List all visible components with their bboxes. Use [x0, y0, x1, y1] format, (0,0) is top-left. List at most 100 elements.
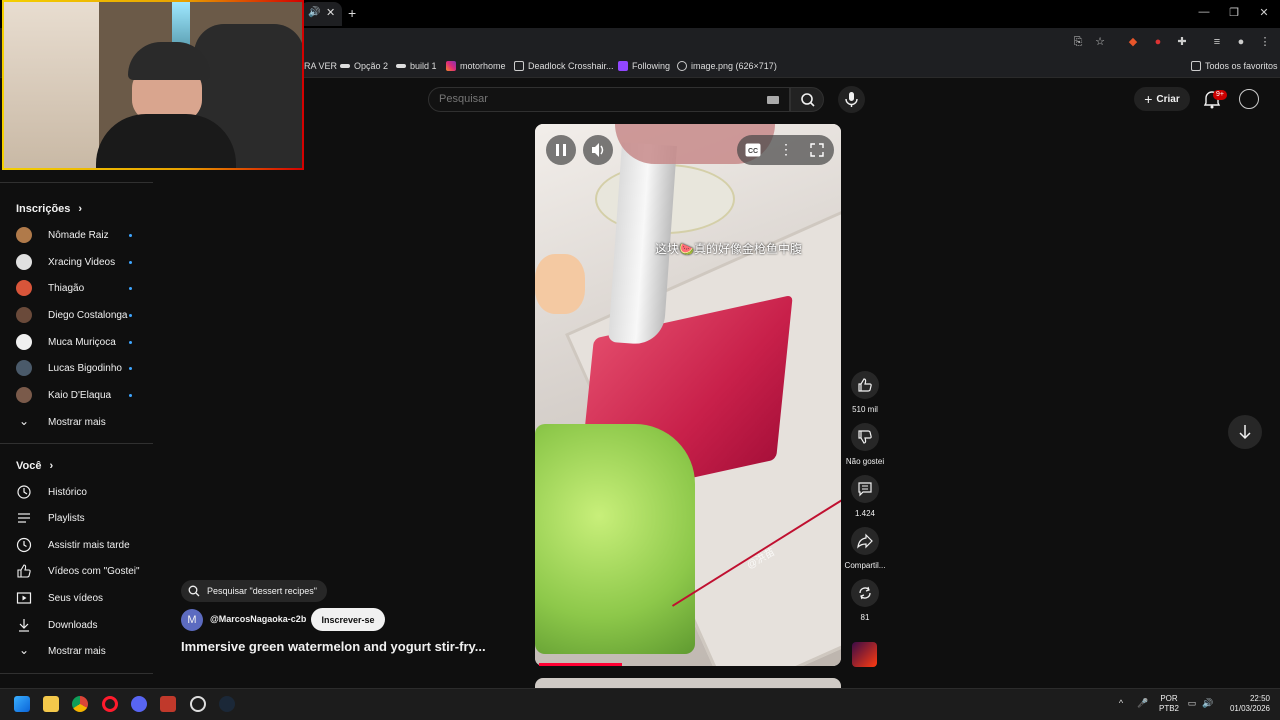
browser-menu-icon[interactable]: ⋮ — [1258, 35, 1272, 49]
subscriptions-heading-label: Inscrições — [16, 203, 71, 215]
new-tab-button[interactable]: + — [348, 5, 356, 21]
extensions-puzzle-icon[interactable]: ✚ — [1175, 35, 1189, 49]
tray-overflow-icon[interactable]: ^ — [1115, 698, 1127, 708]
window-close-icon[interactable]: ✕ — [1256, 6, 1272, 19]
bookmark-item[interactable]: Opção 2 — [340, 61, 388, 71]
sidebar-channel[interactable]: Kaio D'Elaqua — [0, 382, 153, 408]
comment-icon — [858, 482, 872, 497]
video-title[interactable]: Immersive green watermelon and yogurt st… — [181, 639, 486, 654]
browser-tab-active[interactable]: 🔊 ✕ — [300, 2, 342, 26]
bookmark-item[interactable]: Following — [618, 61, 670, 71]
install-app-icon[interactable]: ⎘ — [1071, 35, 1085, 49]
sidebar-item-liked-videos[interactable]: Vídeos com "Gostei" — [0, 558, 153, 584]
sound-thumbnail[interactable] — [852, 642, 877, 667]
video-figurine — [535, 254, 585, 314]
webcam-wall — [4, 2, 99, 168]
share-button[interactable] — [851, 527, 879, 555]
notification-badge: 9+ — [1213, 90, 1227, 100]
extension-badge-icon[interactable]: ● — [1151, 35, 1165, 49]
show-more-you[interactable]: ⌄ Mostrar mais — [0, 638, 153, 664]
sidebar-item-downloads[interactable]: Downloads — [0, 612, 153, 638]
subscribe-button[interactable]: Inscrever-se — [311, 608, 385, 631]
opera-icon[interactable] — [102, 696, 118, 712]
sidebar-channel[interactable]: Diego Costalonga — [0, 302, 153, 328]
comments-button[interactable] — [851, 475, 879, 503]
fullscreen-icon[interactable] — [809, 142, 825, 158]
tray-display-icon[interactable]: ▭ — [1186, 698, 1198, 709]
bookmark-item[interactable]: motorhome — [446, 61, 506, 71]
bookmark-item[interactable]: Deadlock Crosshair... — [514, 61, 614, 71]
profile-icon[interactable]: ● — [1234, 35, 1248, 49]
search-suggestion-chip[interactable]: Pesquisar "dessert recipes" — [181, 580, 327, 602]
bookmark-item[interactable]: build 1 — [396, 61, 437, 71]
minimize-icon[interactable]: — — [1196, 6, 1212, 18]
pause-button[interactable] — [546, 135, 576, 165]
sidebar-item-playlists[interactable]: Playlists — [0, 505, 153, 531]
you-heading[interactable]: Você › — [16, 460, 53, 472]
sidebar-channel[interactable]: Thiagão — [0, 275, 153, 301]
search-button[interactable] — [790, 87, 824, 112]
create-button[interactable]: + Criar — [1134, 87, 1190, 111]
discord-icon[interactable] — [131, 696, 147, 712]
clock-time: 22:50 — [1249, 694, 1270, 703]
sidebar-item-history[interactable]: Histórico — [0, 479, 153, 505]
chevron-right-icon: › — [49, 460, 54, 472]
extension-icon[interactable]: ◆ — [1126, 35, 1140, 49]
bookmark-item[interactable]: RA VER — [304, 61, 337, 71]
shorts-video-player[interactable] — [535, 124, 841, 666]
search-input[interactable] — [439, 93, 739, 105]
next-video-button[interactable] — [1228, 415, 1262, 449]
remix-button[interactable] — [851, 579, 879, 607]
tab-close-icon[interactable]: ✕ — [326, 6, 335, 19]
search-icon — [188, 585, 200, 597]
tray-volume-icon[interactable]: 🔊 — [1202, 698, 1214, 709]
reading-list-icon[interactable]: ≡ — [1210, 35, 1224, 49]
your-videos-icon — [16, 592, 32, 604]
sidebar-channel[interactable]: Nômade Raiz — [0, 222, 153, 248]
tray-mic-icon[interactable]: 🎤 — [1137, 698, 1149, 709]
channel-avatar[interactable]: M — [181, 609, 203, 631]
twitch-icon — [618, 61, 628, 71]
obs-icon[interactable] — [190, 696, 206, 712]
all-bookmarks[interactable]: Todos os favoritos — [1191, 61, 1278, 71]
sidebar-channel[interactable]: Xracing Videos — [0, 249, 153, 275]
restore-icon[interactable]: ❐ — [1226, 6, 1242, 19]
like-button[interactable] — [851, 371, 879, 399]
volume-button[interactable] — [583, 135, 613, 165]
dislike-button[interactable] — [851, 423, 879, 451]
search-box[interactable] — [428, 87, 790, 112]
sidebar-channel[interactable]: Muca Muriçoca — [0, 329, 153, 355]
chevron-down-icon: ⌄ — [18, 414, 30, 428]
input-language[interactable]: POR PTB2 — [1159, 694, 1179, 714]
bookmark-star-icon[interactable]: ☆ — [1093, 35, 1107, 49]
steam-icon[interactable] — [219, 696, 235, 712]
captions-icon[interactable]: CC — [745, 143, 761, 157]
thumbs-up-icon — [858, 378, 872, 392]
history-icon — [17, 485, 31, 499]
sidebar-divider — [0, 443, 153, 444]
search-icon — [801, 93, 815, 107]
video-progress-bar[interactable] — [539, 663, 623, 666]
channel-handle[interactable]: @MarcosNagaoka-c2b — [210, 614, 306, 624]
sidebar-channel[interactable]: Lucas Bigodinho — [0, 355, 153, 381]
tab-audio-icon[interactable]: 🔊 — [308, 7, 320, 18]
microphone-icon — [845, 92, 858, 107]
channel-name: Lucas Bigodinho — [48, 362, 122, 374]
file-explorer-icon[interactable] — [43, 696, 59, 712]
channel-name: Nômade Raiz — [48, 229, 109, 241]
bookmark-item[interactable]: image.png (626×717) — [677, 61, 777, 71]
share-icon — [857, 533, 873, 549]
video-controls-right: CC ⋮ — [737, 135, 834, 165]
show-more-subscriptions[interactable]: ⌄ Mostrar mais — [0, 409, 153, 435]
keyboard-icon[interactable] — [767, 96, 779, 104]
windows-start-icon[interactable] — [14, 696, 30, 712]
sidebar-item-watch-later[interactable]: Assistir mais tarde — [0, 532, 153, 558]
voice-search-button[interactable] — [838, 86, 865, 113]
subscriptions-heading[interactable]: Inscrições › — [16, 203, 82, 215]
more-options-icon[interactable]: ⋮ — [779, 141, 793, 158]
system-clock[interactable]: 22:50 01/03/2026 — [1224, 694, 1270, 714]
sidebar-item-your-videos[interactable]: Seus vídeos — [0, 585, 153, 611]
app-icon[interactable] — [160, 696, 176, 712]
chrome-icon[interactable] — [72, 696, 88, 712]
account-avatar[interactable] — [1239, 89, 1259, 109]
